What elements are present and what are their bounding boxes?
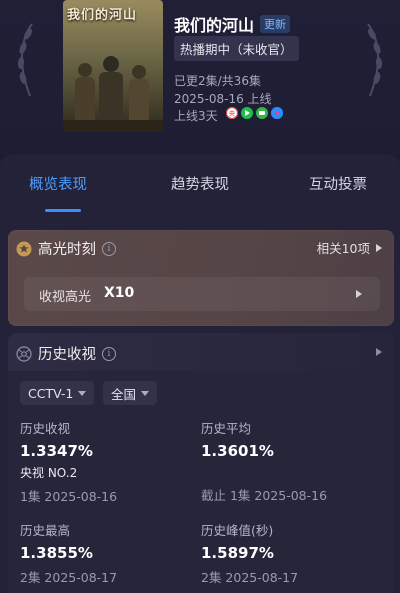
airing-status-badge: 热播期中（未收官） — [174, 36, 299, 61]
platform-icons: 央 — [226, 107, 283, 119]
episode-count: 已更2集/共36集 — [174, 74, 261, 88]
channel-value: CCTV-1 — [28, 385, 74, 401]
related-items-link[interactable]: 相关10项 — [317, 238, 382, 257]
related-items-label: 相关10项 — [316, 241, 370, 256]
poster-title: 我们的河山 — [67, 8, 138, 23]
chevron-down-icon — [141, 390, 150, 396]
region-select[interactable]: 全国 — [103, 381, 158, 405]
active-tab-indicator — [45, 209, 81, 212]
info-icon[interactable]: i — [102, 346, 116, 361]
release-date: 2025-08-16 上线 — [174, 92, 272, 106]
stat-sub: 截止 1集 2025-08-16 — [201, 488, 328, 503]
ratings-icon — [16, 345, 32, 362]
days-online: 上线3天 — [174, 109, 218, 123]
stat-value: 1.3601% — [201, 442, 274, 460]
stat-rank: 央视 NO.2 — [20, 466, 78, 480]
info-icon[interactable]: i — [102, 241, 116, 256]
stat-history-rating: 历史收视 1.3347% 央视 NO.2 1集 2025-08-16 — [20, 418, 117, 505]
history-ratings-card: 历史收视 i CCTV-1 全国 历史收视 1.3347% 央视 NO.2 1集… — [8, 333, 394, 593]
highlight-card: 高光时刻 i 相关10项 收视高光 X10 — [8, 230, 394, 326]
caret-right-icon — [376, 243, 382, 252]
tab-votes[interactable]: 互动投票 — [309, 173, 367, 194]
stat-value: 1.3347% — [20, 442, 93, 460]
history-title: 历史收视 — [38, 347, 96, 363]
laurel-left-icon — [17, 23, 33, 97]
star-badge-icon — [16, 241, 32, 256]
poster-figures — [63, 56, 163, 132]
history-header[interactable]: 历史收视 i — [8, 333, 394, 371]
stat-history-peak: 历史峰值(秒) 1.5897% 2集 2025-08-17 — [201, 520, 298, 586]
stat-value: 1.3855% — [20, 544, 93, 562]
update-badge: 更新 — [260, 15, 291, 33]
laurel-right-icon — [367, 23, 383, 97]
stat-history-max: 历史最高 1.3855% 2集 2025-08-17 — [20, 520, 117, 586]
channel-select[interactable]: CCTV-1 — [20, 381, 95, 405]
stat-label: 历史最高 — [20, 523, 71, 538]
stat-sub: 2集 2025-08-17 — [201, 570, 299, 585]
svg-text:央: 央 — [229, 109, 236, 118]
highlight-title: 高光时刻 — [38, 242, 96, 258]
tab-trends[interactable]: 趋势表现 — [171, 173, 229, 194]
tab-overview[interactable]: 概览表现 — [29, 173, 87, 194]
caret-right-icon[interactable] — [376, 348, 382, 356]
cctv-icon[interactable]: 央 — [226, 107, 238, 119]
show-title: 我们的河山 — [174, 16, 255, 35]
ratings-highlight-row[interactable]: 收视高光 X10 — [24, 277, 380, 311]
youku-icon[interactable] — [271, 107, 283, 119]
stat-history-average: 历史平均 1.3601% 截止 1集 2025-08-16 — [201, 418, 327, 504]
iqiyi-play-icon[interactable] — [241, 107, 253, 119]
caret-right-icon — [356, 290, 362, 298]
wechat-video-icon[interactable] — [256, 107, 268, 119]
show-poster[interactable]: 我们的河山 — [63, 0, 163, 132]
ratings-highlight-label: 收视高光 — [39, 290, 92, 305]
stat-label: 历史峰值(秒) — [201, 523, 274, 538]
ratings-highlight-value: X10 — [104, 285, 135, 301]
show-header: 我们的河山 我们的河山 更新 热播期中（未收官） 已更2集/共36集 2025-… — [0, 0, 400, 155]
tab-bar: 概览表现 趋势表现 互动投票 — [0, 173, 400, 203]
stat-value: 1.5897% — [201, 544, 274, 562]
stat-label: 历史收视 — [20, 421, 71, 436]
stat-label: 历史平均 — [201, 421, 252, 436]
chevron-down-icon — [78, 390, 87, 396]
stat-sub: 1集 2025-08-16 — [20, 489, 118, 504]
stat-sub: 2集 2025-08-17 — [20, 570, 118, 585]
region-value: 全国 — [111, 386, 137, 402]
